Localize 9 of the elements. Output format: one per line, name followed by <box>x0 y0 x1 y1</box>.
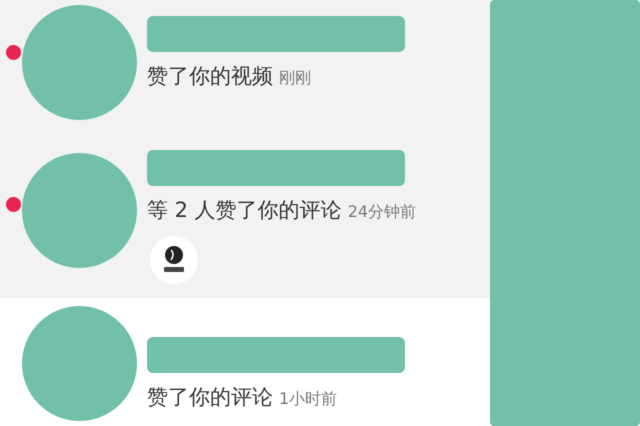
notification-text: 等 2 人赞了你的评论 <box>147 197 342 224</box>
timestamp: 24分钟前 <box>348 202 416 223</box>
notification-text: 赞了你的评论 <box>147 384 273 411</box>
timestamp: 刚刚 <box>279 68 311 89</box>
timestamp: 1小时前 <box>279 389 338 410</box>
notification-row[interactable]: 等 2 人赞了你的评论 24分钟前 <box>0 140 490 298</box>
notification-row[interactable]: 赞了你的视频 刚刚 <box>0 0 490 140</box>
notification-text: 赞了你的视频 <box>147 63 273 90</box>
logo-icon[interactable] <box>150 236 198 284</box>
